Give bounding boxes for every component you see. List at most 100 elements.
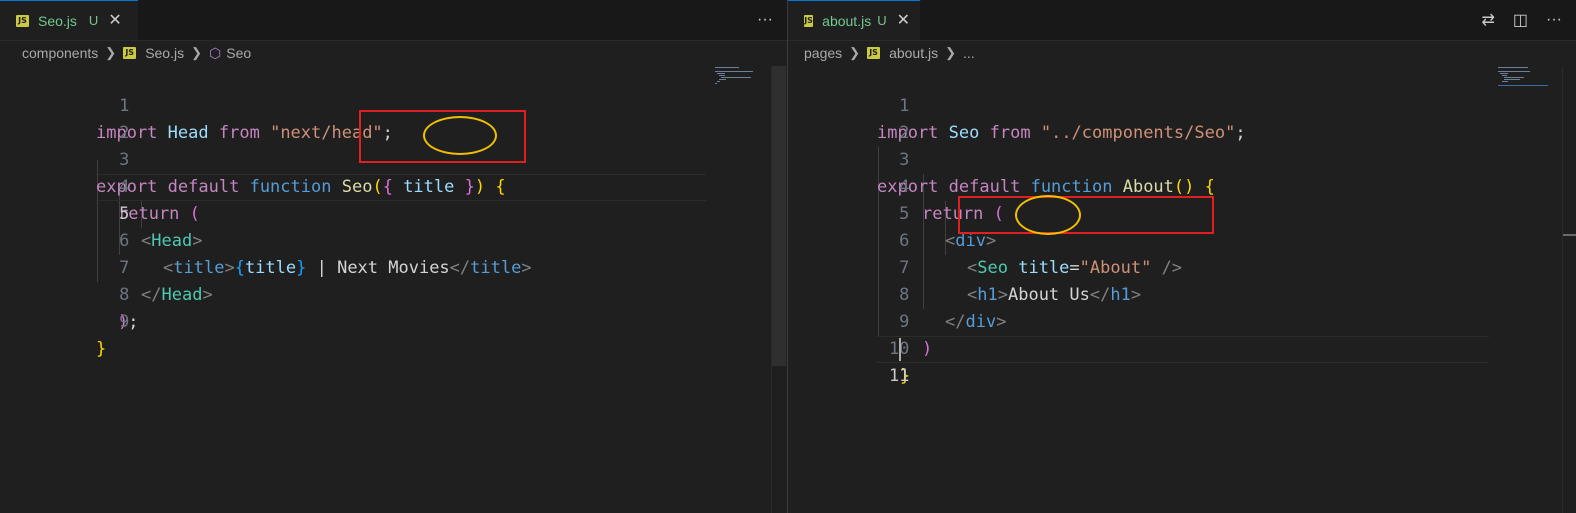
code-line: 1 import Head from "next/head"; (0, 66, 393, 143)
jsx-tag: title (470, 258, 522, 278)
tag-bracket: > (997, 285, 1008, 305)
tag-bracket: /> (1161, 258, 1183, 278)
string-literal: "next/head" (270, 123, 383, 143)
vertical-scrollbar[interactable] (1562, 66, 1576, 513)
code-line: 7 <h1>About Us</h1> (788, 228, 1141, 305)
split-editor-icon[interactable]: ◫ (1513, 10, 1528, 30)
text-cursor (899, 338, 901, 361)
tab-about-js[interactable]: JS about.js U ✕ (788, 0, 920, 40)
code-line: 3 export default function Seo({ title })… (0, 120, 506, 197)
punctuation: ; (1235, 123, 1246, 143)
scrollbar-thumb[interactable] (772, 66, 786, 366)
identifier: Head (167, 123, 209, 143)
bracket: } (464, 177, 475, 197)
line-number: 7 (899, 258, 910, 278)
keyword: from (218, 123, 260, 143)
tag-bracket: > (985, 231, 997, 251)
breadcrumb: pages ❯ JS about.js ❯ ... (804, 42, 975, 64)
keyword: default (167, 177, 240, 197)
tag-bracket: > (521, 258, 532, 278)
code-line: 5 <Head> (0, 174, 202, 251)
bracket: { (234, 258, 245, 278)
bracket: { (1204, 177, 1215, 197)
line-number: 4 (899, 177, 910, 197)
code-line: 10 } (788, 309, 910, 386)
jsx-tag: div (955, 231, 986, 251)
close-tab-icon[interactable]: ✕ (897, 12, 910, 29)
code-line: 3 export default function About() { (788, 120, 1215, 197)
bracket: ) (922, 339, 933, 359)
jsx-tag: h1 (1110, 285, 1131, 305)
tag-bracket: < (163, 258, 174, 278)
breadcrumb-file[interactable]: JS about.js (867, 45, 938, 61)
tag-bracket: < (967, 258, 978, 278)
line-number: 5 (119, 204, 130, 224)
bracket: ) (474, 177, 486, 197)
bracket: { (382, 177, 393, 197)
code-editor-right[interactable]: 1 import Seo from "../components/Seo"; 2… (788, 66, 1576, 513)
line-number: 1 (899, 96, 910, 116)
keyword: function (249, 177, 332, 197)
breadcrumb-symbol[interactable]: ⬡ Seo (209, 45, 251, 62)
symbol-module-icon: ⬡ (209, 44, 222, 61)
bracket: ( (189, 204, 200, 224)
code-editor-left[interactable]: 1 import Head from "next/head"; 2 3 expo… (0, 66, 787, 513)
line-number: 4 (119, 177, 130, 197)
tab-bar-left: JS Seo.js U ✕ ··· (0, 0, 787, 41)
line-number: 6 (119, 231, 130, 251)
jsx-tag: title (173, 258, 225, 278)
line-number: 11 (888, 366, 910, 386)
javascript-file-icon: JS (123, 47, 137, 59)
bracket: ( (372, 177, 383, 197)
code-line: 6 <Seo title="About" /> (788, 201, 1182, 278)
tab-filename: Seo.js (38, 12, 77, 29)
minimap[interactable] (1496, 66, 1554, 90)
bracket: ( (993, 204, 1004, 224)
tag-bracket: > (224, 258, 235, 278)
chevron-right-icon: ❯ (945, 45, 957, 60)
chevron-right-icon: ❯ (191, 45, 203, 60)
untracked-status-badge: U (877, 13, 887, 28)
close-tab-icon[interactable]: ✕ (108, 12, 121, 29)
jsx-tag: Head (151, 231, 193, 251)
breadcrumb-folder[interactable]: pages (804, 45, 842, 61)
punctuation: ; (382, 123, 393, 143)
expression: title (244, 258, 297, 278)
current-line-highlight (877, 336, 1489, 363)
line-number: 9 (899, 312, 910, 332)
line-number: 2 (119, 123, 130, 143)
vertical-scrollbar[interactable] (771, 66, 786, 513)
chevron-right-icon: ❯ (105, 45, 117, 60)
editor-group-left: JS Seo.js U ✕ ··· components ❯ JS Seo.js… (0, 0, 787, 513)
open-changes-icon[interactable]: ⇄ (1481, 10, 1494, 30)
breadcrumb-symbol[interactable]: ... (963, 45, 975, 61)
line-number: 9 (119, 312, 130, 332)
tab-seo-js[interactable]: JS Seo.js U ✕ (0, 0, 138, 40)
code-line: 5 <div> (788, 174, 996, 251)
code-line: 2 (0, 93, 129, 143)
code-line: 9 ) (788, 282, 932, 359)
tag-bracket: < (141, 231, 152, 251)
minimap[interactable] (713, 66, 771, 90)
jsx-tag: Seo (977, 258, 1008, 278)
code-line: 8 ); (0, 255, 139, 332)
code-line: 8 </div> (788, 255, 1006, 332)
more-actions-icon[interactable]: ··· (757, 11, 773, 29)
line-number: 8 (119, 285, 130, 305)
yellow-highlight-ellipse (1015, 195, 1081, 235)
tag-bracket: > (1130, 285, 1142, 305)
function-name: Seo (341, 177, 373, 197)
more-actions-icon[interactable]: ··· (1546, 11, 1562, 29)
line-number: 5 (899, 204, 910, 224)
line-number: 1 (119, 96, 130, 116)
jsx-text: | Next Movies (306, 258, 450, 278)
breadcrumb-folder[interactable]: components (22, 45, 98, 61)
javascript-file-icon: JS (16, 14, 29, 27)
code-line: 4 return ( (0, 147, 200, 224)
string-literal: "About" (1079, 258, 1152, 278)
code-line: 9 } (0, 282, 129, 359)
code-line: 7 </Head> (0, 228, 213, 305)
tab-filename: about.js (822, 12, 872, 29)
breadcrumb-file[interactable]: JS Seo.js (123, 45, 184, 61)
scrollbar-marker (1563, 234, 1576, 236)
